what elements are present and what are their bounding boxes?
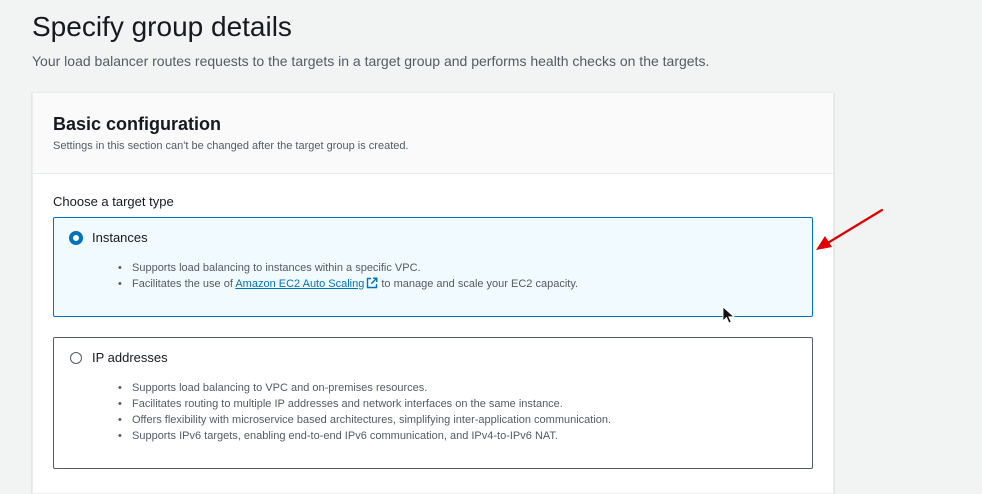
target-type-ip-addresses-tile[interactable]: IP addresses Supports load balancing to …: [53, 337, 813, 469]
list-item: Offers flexibility with microservice bas…: [116, 412, 611, 428]
target-type-instances-tile[interactable]: Instances Supports load balancing to ins…: [53, 217, 813, 317]
basic-configuration-panel: Basic configuration Settings in this sec…: [32, 92, 834, 494]
instances-bullets: Supports load balancing to instances wit…: [116, 260, 578, 292]
instances-radio-label[interactable]: Instances: [92, 230, 148, 246]
list-item: Supports load balancing to instances wit…: [116, 260, 578, 276]
external-link-icon[interactable]: [366, 277, 378, 289]
list-item: Supports IPv6 targets, enabling end-to-e…: [116, 428, 611, 444]
target-type-label: Choose a target type: [53, 194, 174, 209]
panel-title: Basic configuration: [53, 114, 222, 134]
list-item: Facilitates routing to multiple IP addre…: [116, 396, 611, 412]
bullet-text: Facilitates the use of: [132, 278, 233, 290]
panel-header: Basic configuration Settings in this sec…: [33, 93, 833, 174]
page-title: Specify group details: [32, 11, 292, 42]
red-arrow-icon: [816, 208, 884, 250]
mouse-cursor-icon: [722, 306, 736, 324]
bullet-text-suffix: to manage and scale your EC2 capacity.: [381, 278, 579, 290]
ec2-auto-scaling-link[interactable]: Amazon EC2 Auto Scaling: [235, 278, 364, 290]
page-description: Your load balancer routes requests to th…: [32, 53, 710, 69]
list-item: Supports load balancing to VPC and on-pr…: [116, 380, 611, 396]
ip-addresses-bullets: Supports load balancing to VPC and on-pr…: [116, 380, 611, 444]
ip-addresses-radio[interactable]: [70, 352, 82, 364]
list-item: Facilitates the use of Amazon EC2 Auto S…: [116, 276, 578, 292]
instances-radio[interactable]: [69, 231, 83, 245]
ip-addresses-radio-label[interactable]: IP addresses: [92, 350, 168, 366]
panel-subtitle: Settings in this section can't be change…: [53, 140, 409, 152]
